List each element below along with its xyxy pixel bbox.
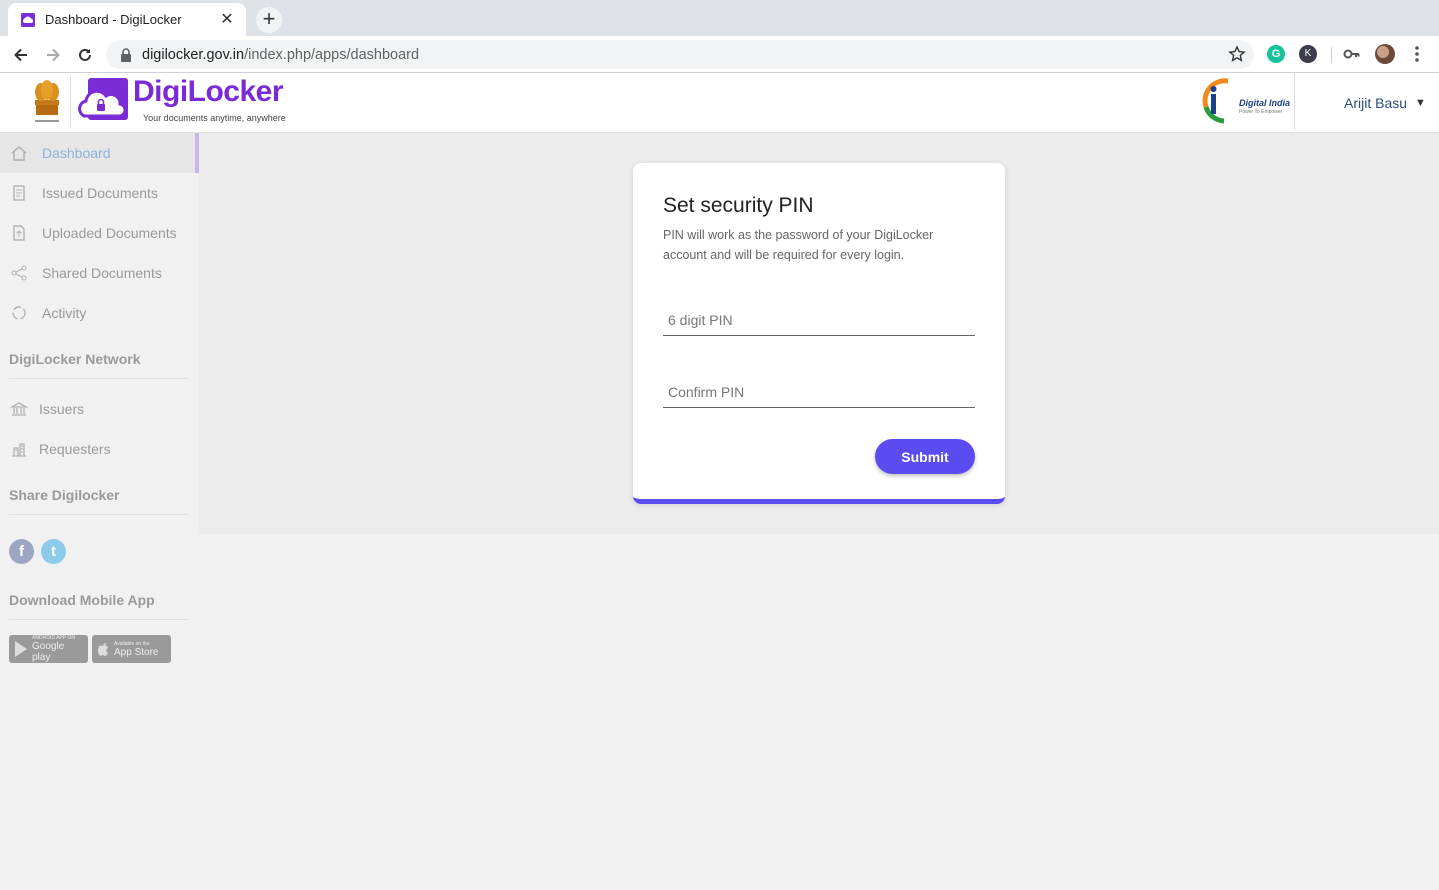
reload-icon (79, 48, 91, 61)
tab-title: Dashboard - DigiLocker (45, 12, 182, 27)
divider (9, 619, 189, 620)
divider (9, 378, 189, 379)
profile-avatar[interactable] (1375, 44, 1395, 64)
tab-close-icon[interactable]: ✕ (218, 11, 236, 28)
caret-down-icon: ▼ (1415, 97, 1426, 109)
app-store-button[interactable]: Available on the App Store (92, 635, 171, 663)
digital-india-logo: Digital India Power To Empower (1198, 77, 1290, 125)
sidebar-item-label: Requesters (39, 441, 111, 457)
divider (9, 514, 189, 515)
url-host: digilocker.gov.in (142, 46, 245, 63)
grammarly-extension-icon[interactable]: G (1267, 45, 1285, 63)
sidebar-item-uploaded-documents[interactable]: Uploaded Documents (0, 213, 199, 253)
sidebar-item-issued-documents[interactable]: Issued Documents (0, 173, 199, 213)
apple-icon (98, 643, 108, 656)
sidebar-item-label: Dashboard (42, 145, 111, 161)
site-header: DigiLocker Your documents anytime, anywh… (0, 73, 1439, 133)
sidebar-item-shared-documents[interactable]: Shared Documents (0, 253, 199, 293)
pin-input[interactable] (663, 304, 975, 336)
digital-india-icon (1202, 78, 1229, 124)
upload-icon (13, 225, 25, 241)
browser-tab[interactable]: Dashboard - DigiLocker ✕ (8, 3, 246, 36)
bank-icon (9, 402, 29, 416)
network-heading: DigiLocker Network (9, 351, 141, 367)
browser-toolbar: digilocker.gov.in/index.php/apps/dashboa… (0, 36, 1439, 73)
browser-tabstrip: Dashboard - DigiLocker ✕ + (0, 0, 1439, 36)
url-path: /index.php/apps/dashboard (244, 46, 420, 63)
more-vertical-icon[interactable] (1409, 44, 1425, 64)
app-store-big-text: App Store (114, 646, 159, 658)
sidebar-item-dashboard[interactable]: Dashboard (0, 133, 199, 173)
sidebar-item-label: Uploaded Documents (42, 225, 177, 241)
address-bar[interactable]: digilocker.gov.in/index.php/apps/dashboa… (106, 40, 1254, 69)
digital-india-title: Digital India (1239, 98, 1291, 108)
card-title: Set security PIN (663, 194, 814, 217)
twitter-icon[interactable]: t (41, 539, 66, 564)
set-pin-card: Set security PIN PIN will work as the pa… (633, 163, 1005, 504)
sidebar-item-requesters[interactable]: Requesters (0, 429, 199, 469)
reload-button[interactable] (72, 42, 98, 68)
digilocker-logo-text[interactable]: DigiLocker (133, 75, 284, 109)
back-button[interactable] (8, 42, 34, 68)
sidebar-item-activity[interactable]: Activity (0, 293, 199, 333)
header-divider (70, 77, 71, 127)
download-heading: Download Mobile App (9, 592, 155, 608)
digilocker-logo-icon[interactable] (78, 76, 130, 124)
activity-icon (12, 306, 26, 320)
sidebar-item-label: Issued Documents (42, 185, 158, 201)
sidebar-item-label: Activity (42, 305, 87, 321)
google-play-big-text: Google play (32, 641, 65, 663)
share-heading: Share Digilocker (9, 487, 120, 503)
sidebar-item-label: Shared Documents (42, 265, 162, 281)
digilocker-favicon-icon (21, 12, 35, 27)
card-description: PIN will work as the password of your Di… (663, 228, 934, 262)
arrow-left-icon (14, 48, 27, 62)
confirm-pin-input[interactable] (663, 376, 975, 408)
toolbar-divider (1331, 47, 1332, 63)
header-divider-right (1294, 73, 1295, 130)
share-icon (11, 265, 27, 281)
new-tab-button[interactable]: + (256, 7, 282, 33)
bookmark-star-icon[interactable] (1228, 45, 1246, 63)
key-icon[interactable] (1343, 46, 1361, 62)
home-icon (11, 146, 27, 161)
k-extension-icon[interactable]: K (1299, 45, 1317, 63)
sidebar-item-issuers[interactable]: Issuers (0, 389, 199, 429)
document-icon (13, 185, 25, 201)
user-menu[interactable]: Arijit Basu ▼ (1344, 95, 1426, 111)
national-emblem-icon (35, 80, 59, 122)
google-play-button[interactable]: ANDROID APP ON Google play (9, 635, 88, 663)
sidebar: Dashboard Issued Documents Uploaded Docu… (0, 133, 199, 890)
facebook-icon[interactable]: f (9, 539, 34, 564)
forward-button[interactable] (40, 42, 66, 68)
building-icon (12, 443, 26, 457)
digital-india-tagline: Power To Empower (1239, 109, 1283, 115)
google-play-icon (15, 641, 27, 657)
sidebar-item-label: Issuers (39, 401, 85, 417)
lock-icon (121, 47, 131, 62)
logo-tagline: Your documents anytime, anywhere (143, 113, 286, 123)
submit-button[interactable]: Submit (875, 439, 975, 474)
user-name: Arijit Basu (1344, 95, 1408, 111)
arrow-right-icon (47, 48, 60, 62)
content-area-lower (199, 534, 1439, 890)
